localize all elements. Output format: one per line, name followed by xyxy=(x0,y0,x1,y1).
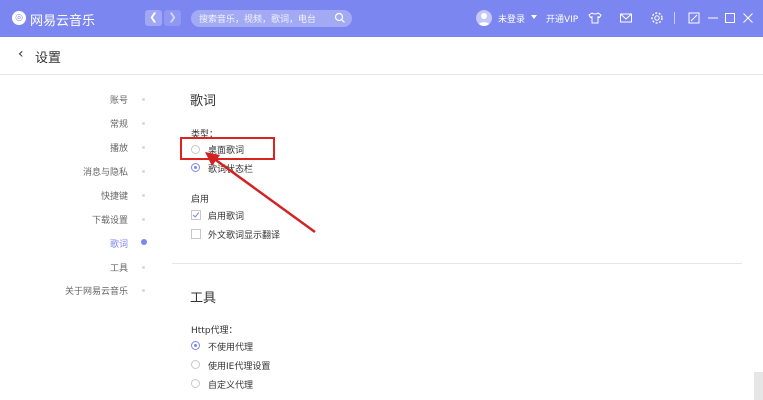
scrollbar[interactable] xyxy=(754,372,763,400)
annotation-arrow xyxy=(205,152,316,234)
